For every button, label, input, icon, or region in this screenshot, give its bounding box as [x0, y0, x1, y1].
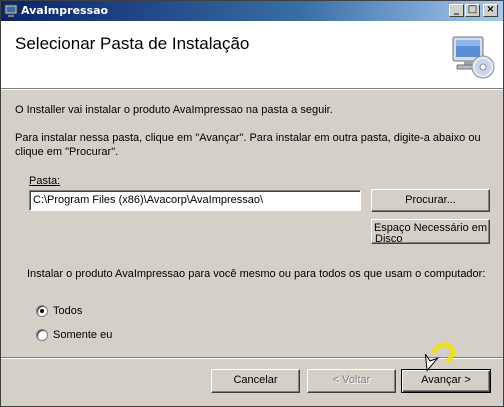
- radio-somente-eu[interactable]: [36, 329, 48, 341]
- cancel-button-label: Cancelar: [233, 374, 278, 386]
- folder-label: Pasta:: [29, 175, 60, 187]
- installer-window: AvaImpressao _ □ × Selecionar Pasta de I…: [0, 0, 504, 407]
- radio-selected-dot: [40, 309, 44, 313]
- cancel-button[interactable]: Cancelar: [211, 369, 300, 393]
- computer-cd-icon: [452, 36, 495, 79]
- radio-todos[interactable]: [36, 305, 48, 317]
- disk-cost-button[interactable]: Espaço Necessário em Disco: [371, 219, 490, 244]
- header-panel: Selecionar Pasta de Instalação: [1, 21, 503, 89]
- window-title: AvaImpressao: [21, 4, 109, 17]
- app-icon: [4, 4, 18, 17]
- browse-button[interactable]: Procurar...: [371, 189, 490, 212]
- close-button[interactable]: ×: [483, 4, 498, 17]
- header-divider: [1, 89, 503, 90]
- radio-somente-eu-label[interactable]: Somente eu: [53, 329, 112, 341]
- title-bar[interactable]: AvaImpressao _ □ ×: [1, 1, 503, 21]
- browse-button-label: Procurar...: [405, 194, 456, 206]
- maximize-button[interactable]: □: [465, 4, 480, 17]
- install-for-question: Instalar o produto AvaImpressao para voc…: [27, 268, 486, 280]
- back-button[interactable]: < Voltar: [307, 369, 396, 393]
- cursor-arrow-icon: [424, 342, 456, 372]
- minimize-button[interactable]: _: [449, 4, 464, 17]
- back-button-label: < Voltar: [332, 374, 371, 386]
- folder-path-input[interactable]: C:\Program Files (x86)\Avacorp\AvaImpres…: [29, 190, 361, 211]
- radio-todos-label[interactable]: Todos: [53, 305, 82, 317]
- intro-text: O Installer vai instalar o produto AvaIm…: [15, 104, 333, 116]
- instructions-line2: clique em "Procurar".: [15, 146, 119, 158]
- page-title: Selecionar Pasta de Instalação: [15, 34, 250, 53]
- disk-cost-label-line2: Disco: [375, 233, 403, 244]
- next-button-label: Avançar >: [421, 374, 471, 386]
- instructions-line1: Para instalar nessa pasta, clique em "Av…: [15, 132, 481, 144]
- folder-label-text: Pasta:: [29, 175, 61, 187]
